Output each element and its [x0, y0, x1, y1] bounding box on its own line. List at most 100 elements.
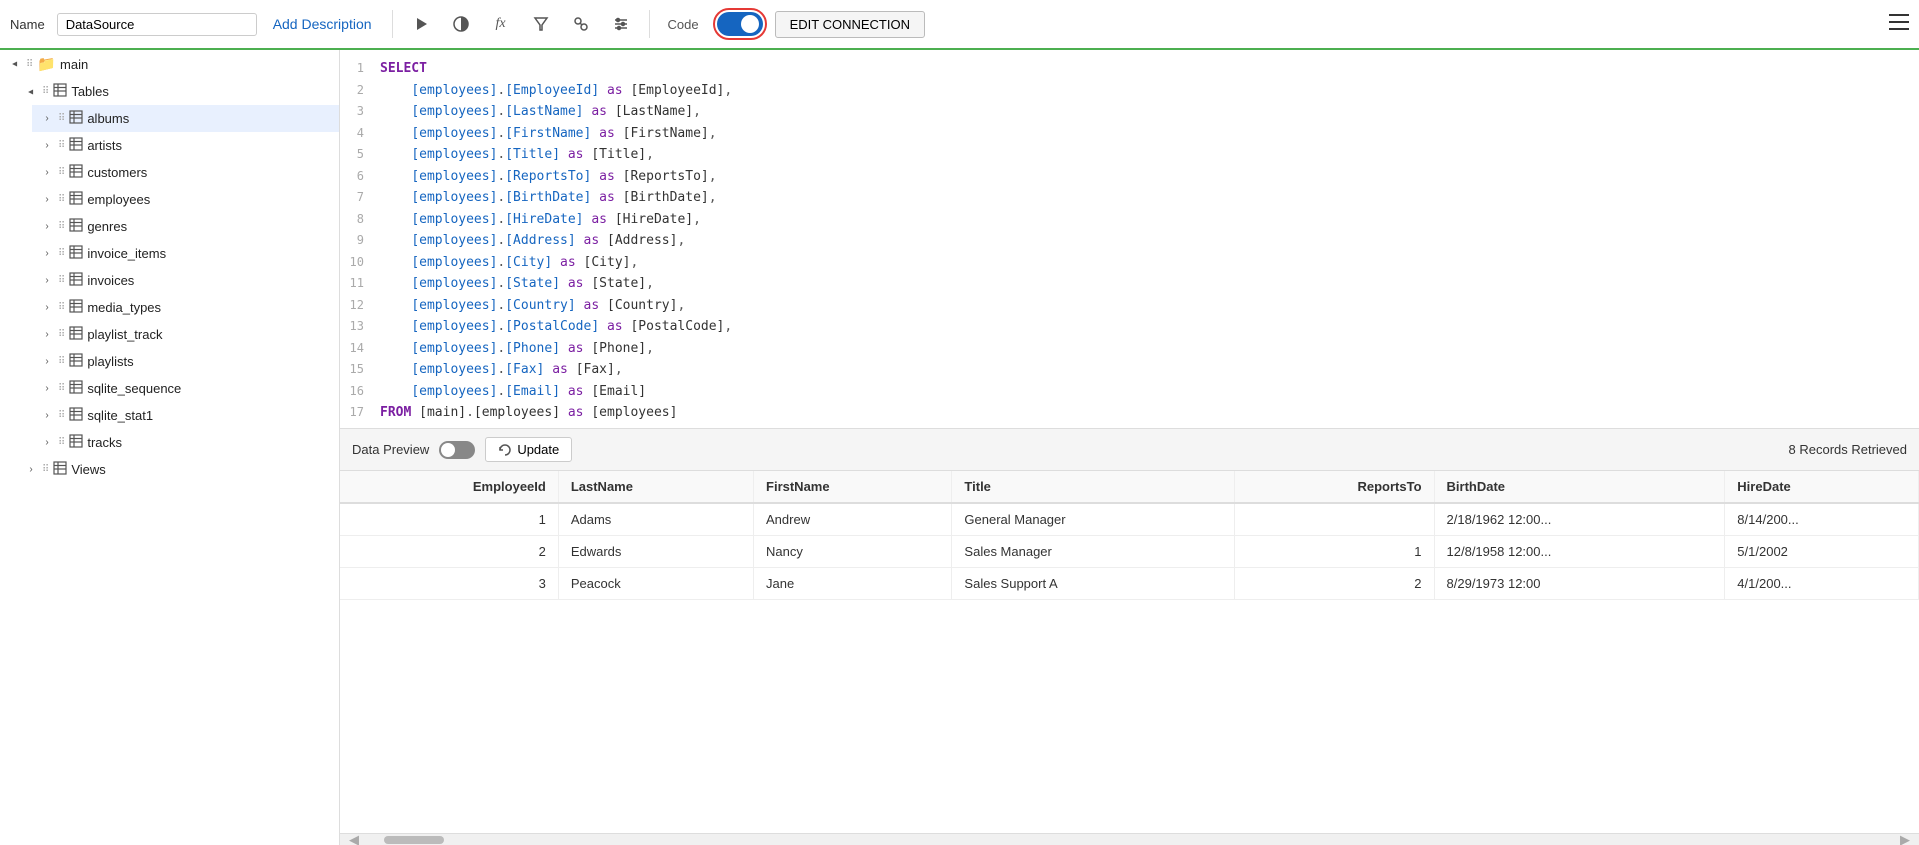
hamburger-menu-button[interactable] — [1889, 14, 1909, 35]
drag-handle-sqlite-sequence: ⠿ — [58, 383, 65, 394]
col-header-hiredate[interactable]: HireDate — [1725, 471, 1919, 503]
code-button[interactable]: Code — [662, 13, 705, 36]
sidebar-item-artists[interactable]: › ⠿ artists — [32, 132, 339, 159]
expand-invoices-arrow[interactable]: › — [40, 274, 54, 288]
albums-label: albums — [87, 111, 129, 126]
edit-connection-button[interactable]: EDIT CONNECTION — [775, 11, 925, 38]
table-row[interactable]: 2 Edwards Nancy Sales Manager 1 12/8/195… — [340, 536, 1919, 568]
expand-employees-arrow[interactable]: › — [40, 193, 54, 207]
name-label: Name — [10, 17, 45, 32]
filter-button[interactable] — [525, 8, 557, 40]
drag-handle-employees: ⠿ — [58, 194, 65, 205]
fx-button[interactable]: fx — [485, 8, 517, 40]
invoices-table-icon — [69, 272, 83, 289]
code-line-4: 4 [employees].[FirstName] as [FirstName]… — [340, 123, 1919, 145]
drag-handle-views: ⠿ — [42, 464, 49, 475]
cell-lastname-1: Adams — [558, 503, 753, 536]
genres-label: genres — [87, 219, 127, 234]
code-line-16: 16 [employees].[Email] as [Email] — [340, 381, 1919, 403]
code-line-1: 1 SELECT — [340, 58, 1919, 80]
sidebar-item-albums[interactable]: › ⠿ albums — [32, 105, 339, 132]
expand-sqlite-sequence-arrow[interactable]: › — [40, 382, 54, 396]
sidebar-item-views[interactable]: › ⠿ Views — [16, 456, 339, 483]
expand-customers-arrow[interactable]: › — [40, 166, 54, 180]
expand-sqlite-stat1-arrow[interactable]: › — [40, 409, 54, 423]
col-header-firstname[interactable]: FirstName — [754, 471, 952, 503]
data-table-container[interactable]: EmployeeId LastName FirstName Title Repo… — [340, 471, 1919, 833]
cell-reportsto-3: 2 — [1235, 568, 1434, 600]
scroll-right-arrow[interactable]: ▶ — [1895, 832, 1915, 845]
playlists-table-icon — [69, 353, 83, 370]
sidebar-item-sqlite-sequence[interactable]: › ⠿ sqlite_sequence — [32, 375, 339, 402]
expand-artists-arrow[interactable]: › — [40, 139, 54, 153]
main-folder-label: main — [60, 57, 88, 72]
play-button[interactable] — [405, 8, 437, 40]
preview-bar: Data Preview Update 8 Records Retrieved — [340, 428, 1919, 471]
editor-area: 1 SELECT 2 [employees].[EmployeeId] as [… — [340, 50, 1919, 845]
col-header-title[interactable]: Title — [952, 471, 1235, 503]
expand-main-arrow[interactable]: ▾ — [8, 57, 22, 71]
code-line-6: 6 [employees].[ReportsTo] as [ReportsTo]… — [340, 166, 1919, 188]
scroll-left-arrow[interactable]: ◀ — [344, 832, 364, 845]
name-input[interactable] — [57, 13, 257, 36]
artists-table-icon — [69, 137, 83, 154]
sidebar-item-playlists[interactable]: › ⠿ playlists — [32, 348, 339, 375]
playlist-track-label: playlist_track — [87, 327, 162, 342]
cell-lastname-3: Peacock — [558, 568, 753, 600]
expand-tracks-arrow[interactable]: › — [40, 436, 54, 450]
preview-toggle[interactable] — [439, 441, 475, 459]
col-header-employeeid[interactable]: EmployeeId — [340, 471, 558, 503]
sidebar-item-customers[interactable]: › ⠿ customers — [32, 159, 339, 186]
horizontal-scrollbar[interactable]: ◀ ▶ — [340, 833, 1919, 845]
code-line-10: 10 [employees].[City] as [City], — [340, 252, 1919, 274]
expand-tables-arrow[interactable]: ▾ — [24, 85, 38, 99]
expand-media-types-arrow[interactable]: › — [40, 301, 54, 315]
sidebar-item-main[interactable]: ▾ ⠿ 📁 main — [0, 50, 339, 78]
scrollbar-thumb[interactable] — [384, 836, 444, 844]
expand-playlists-arrow[interactable]: › — [40, 355, 54, 369]
expand-playlist-track-arrow[interactable]: › — [40, 328, 54, 342]
sidebar-item-invoices[interactable]: › ⠿ invoices — [32, 267, 339, 294]
col-header-birthdate[interactable]: BirthDate — [1434, 471, 1725, 503]
playlist-track-table-icon — [69, 326, 83, 343]
col-header-lastname[interactable]: LastName — [558, 471, 753, 503]
sidebar-item-employees[interactable]: › ⠿ employees — [32, 186, 339, 213]
invoice-items-label: invoice_items — [87, 246, 166, 261]
sidebar-item-tables[interactable]: ▾ ⠿ Tables — [16, 78, 339, 105]
col-header-reportsto[interactable]: ReportsTo — [1235, 471, 1434, 503]
code-line-9: 9 [employees].[Address] as [Address], — [340, 230, 1919, 252]
sidebar-item-playlist-track[interactable]: › ⠿ playlist_track — [32, 321, 339, 348]
sidebar-item-invoice-items[interactable]: › ⠿ invoice_items — [32, 240, 339, 267]
sidebar-item-genres[interactable]: › ⠿ genres — [32, 213, 339, 240]
toggle-container — [713, 8, 767, 40]
sqlite-sequence-table-icon — [69, 380, 83, 397]
user-arrows-button[interactable] — [565, 8, 597, 40]
expand-views-arrow[interactable]: › — [24, 463, 38, 477]
data-preview-label: Data Preview — [352, 442, 429, 457]
sqlite-stat1-label: sqlite_stat1 — [87, 408, 153, 423]
sliders-button[interactable] — [605, 8, 637, 40]
code-editor[interactable]: 1 SELECT 2 [employees].[EmployeeId] as [… — [340, 50, 1919, 428]
expand-invoice-items-arrow[interactable]: › — [40, 247, 54, 261]
playlists-label: playlists — [87, 354, 133, 369]
expand-genres-arrow[interactable]: › — [40, 220, 54, 234]
code-line-3: 3 [employees].[LastName] as [LastName], — [340, 101, 1919, 123]
drag-handle-tracks: ⠿ — [58, 437, 65, 448]
update-button[interactable]: Update — [485, 437, 572, 462]
add-description-button[interactable]: Add Description — [265, 12, 380, 36]
table-row[interactable]: 3 Peacock Jane Sales Support A 2 8/29/19… — [340, 568, 1919, 600]
table-row[interactable]: 1 Adams Andrew General Manager 2/18/1962… — [340, 503, 1919, 536]
drag-handle-playlist-track: ⠿ — [58, 329, 65, 340]
circle-half-button[interactable] — [445, 8, 477, 40]
cell-title-1: General Manager — [952, 503, 1235, 536]
employees-label: employees — [87, 192, 150, 207]
cell-employeeid-3: 3 — [340, 568, 558, 600]
sidebar-item-media-types[interactable]: › ⠿ media_types — [32, 294, 339, 321]
main-toggle[interactable] — [717, 12, 763, 36]
expand-albums-arrow[interactable]: › — [40, 112, 54, 126]
invoice-items-table-icon — [69, 245, 83, 262]
code-line-17: 17 FROM [main].[employees] as [employees… — [340, 402, 1919, 424]
sidebar-item-sqlite-stat1[interactable]: › ⠿ sqlite_stat1 — [32, 402, 339, 429]
sidebar-item-tracks[interactable]: › ⠿ tracks — [32, 429, 339, 456]
drag-handle-albums: ⠿ — [58, 113, 65, 124]
